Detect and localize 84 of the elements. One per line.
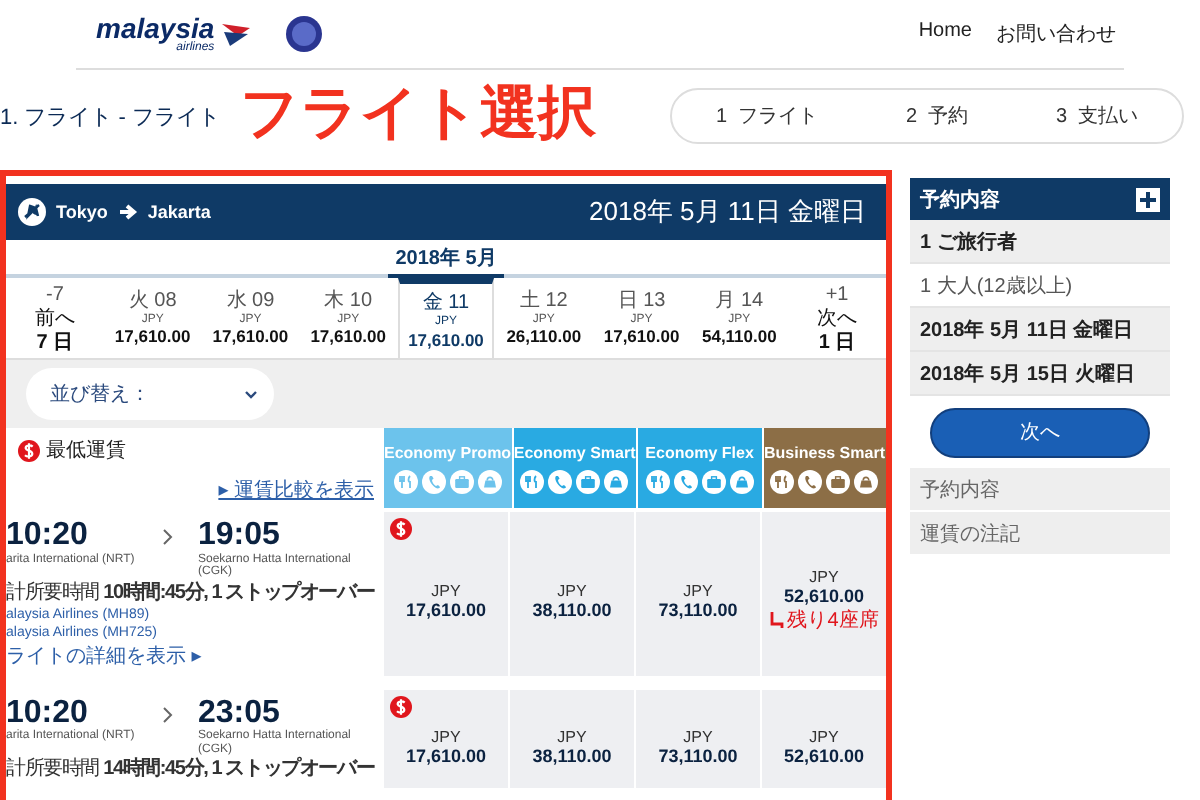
fare-price-cell[interactable]: JPY 52,610.00: [760, 689, 886, 789]
fare-price: 52,610.00: [783, 745, 865, 766]
fare-price-cell[interactable]: JPY 38,110.00: [508, 512, 634, 676]
briefcase-icon: [701, 469, 726, 493]
bag-icon: [604, 469, 629, 493]
summary-link[interactable]: 運賃の注記: [910, 512, 1170, 556]
travel-date: 2018年 5月 11日 金曜日: [589, 194, 866, 230]
departure-time: 10:20: [6, 695, 88, 730]
phone-icon: [798, 469, 823, 493]
currency-label: JPY: [557, 727, 587, 746]
briefcase-icon: [449, 469, 474, 493]
departure-time: 10:20: [6, 518, 90, 553]
nav-link[interactable]: お問い合わせ: [996, 20, 1116, 48]
next-button[interactable]: 次へ: [930, 407, 1150, 457]
lowest-fare-icon: [18, 439, 40, 461]
fare-price: 52,610.00: [783, 586, 865, 607]
flight-duration: 計所要時間 10時間:45分, 1 ストップオーバー: [6, 581, 377, 606]
fare-price: 17,610.00: [405, 600, 487, 621]
plane-icon: [18, 198, 46, 226]
flight-details-link[interactable]: ライトの詳細を表示 ▸: [6, 645, 378, 670]
passenger-type: 1 大人(12歳以上): [920, 273, 1073, 299]
nav-link[interactable]: Home: [918, 20, 972, 48]
currency-label: JPY: [683, 727, 713, 746]
origin-city: Tokyo: [56, 202, 108, 222]
destination-city: Jakarta: [147, 202, 211, 222]
step-label: 2 予約: [905, 104, 969, 130]
lowest-fare-icon: [390, 695, 412, 718]
fare-class-name: Economy Smart: [513, 443, 636, 461]
currency-label: JPY: [431, 727, 461, 746]
fare-price-cell[interactable]: JPY 38,110.00: [508, 689, 634, 789]
step-label: 3 支払い: [1055, 103, 1139, 130]
chevron-down-icon: [244, 389, 258, 399]
traveller-count: 1 ご旅行者: [920, 229, 1017, 255]
fare-class-name: Economy Flex: [645, 443, 754, 461]
cutlery-icon: [393, 469, 418, 493]
fare-price-cell[interactable]: JPY 52,610.00 残り4座席: [760, 512, 886, 676]
fare-class-name: Economy Promo: [384, 443, 512, 461]
currency-label: JPY: [683, 582, 713, 601]
bag-icon: [854, 469, 879, 493]
fare-price-cell[interactable]: JPY 73,110.00: [634, 512, 760, 676]
briefcase-icon: [576, 469, 601, 493]
fare-price: 17,610.00: [405, 745, 487, 766]
flight-duration: 計所要時間 14時間:45分, 1 ストップオーバー: [6, 758, 377, 783]
legend-label: 最低運賃: [46, 438, 126, 464]
phone-icon: [673, 469, 698, 493]
fare-price-cell[interactable]: JPY 17,610.00: [382, 512, 508, 676]
annotation-label: フライト選択: [240, 84, 597, 148]
alliance-badge-icon: [286, 16, 323, 52]
bag-icon: [477, 469, 502, 493]
arrow-icon: [117, 202, 138, 222]
fare-price: 73,110.00: [658, 600, 738, 621]
summary-link[interactable]: 予約内容: [910, 468, 1170, 512]
expand-button[interactable]: [1136, 187, 1160, 211]
phone-icon: [548, 469, 573, 493]
currency-label: JPY: [557, 582, 587, 601]
currency-label: JPY: [809, 568, 839, 587]
seats-left-label: 残り4座席: [787, 607, 879, 635]
fare-price: 38,110.00: [532, 745, 612, 766]
fare-class-name: Business Smart: [764, 443, 885, 461]
chevron-icon: [162, 705, 174, 724]
currency-label: JPY: [809, 727, 839, 746]
logo-icon: [218, 20, 255, 48]
cutlery-icon: [645, 469, 670, 493]
arrival-time: 23:05: [198, 695, 280, 730]
step-label: 1 フライト: [715, 104, 819, 130]
trip-date: 2018年 5月 11日 金曜日: [920, 317, 1134, 343]
sort-dropdown[interactable]: 並び替え：: [26, 368, 274, 420]
bag-icon: [729, 469, 754, 493]
lowest-fare-icon: [390, 518, 412, 540]
cutlery-icon: [770, 469, 795, 493]
compare-fares-link[interactable]: ▸ 運賃比較を表示: [218, 476, 374, 504]
page-title: 1. フライト - フライト: [0, 103, 221, 131]
trip-date: 2018年 5月 15日 火曜日: [920, 361, 1135, 387]
currency-label: JPY: [431, 582, 461, 601]
fare-price: 38,110.00: [532, 600, 612, 621]
phone-icon: [421, 469, 446, 493]
cutlery-icon: [520, 469, 545, 493]
arrival-time: 19:05: [198, 518, 282, 553]
fare-price: 73,110.00: [658, 745, 738, 766]
briefcase-icon: [826, 469, 851, 493]
fare-price-cell[interactable]: JPY 17,610.00: [382, 689, 508, 789]
summary-title: 予約内容: [920, 186, 1000, 213]
fare-price-cell[interactable]: JPY 73,110.00: [634, 689, 760, 789]
chevron-icon: [162, 528, 174, 546]
